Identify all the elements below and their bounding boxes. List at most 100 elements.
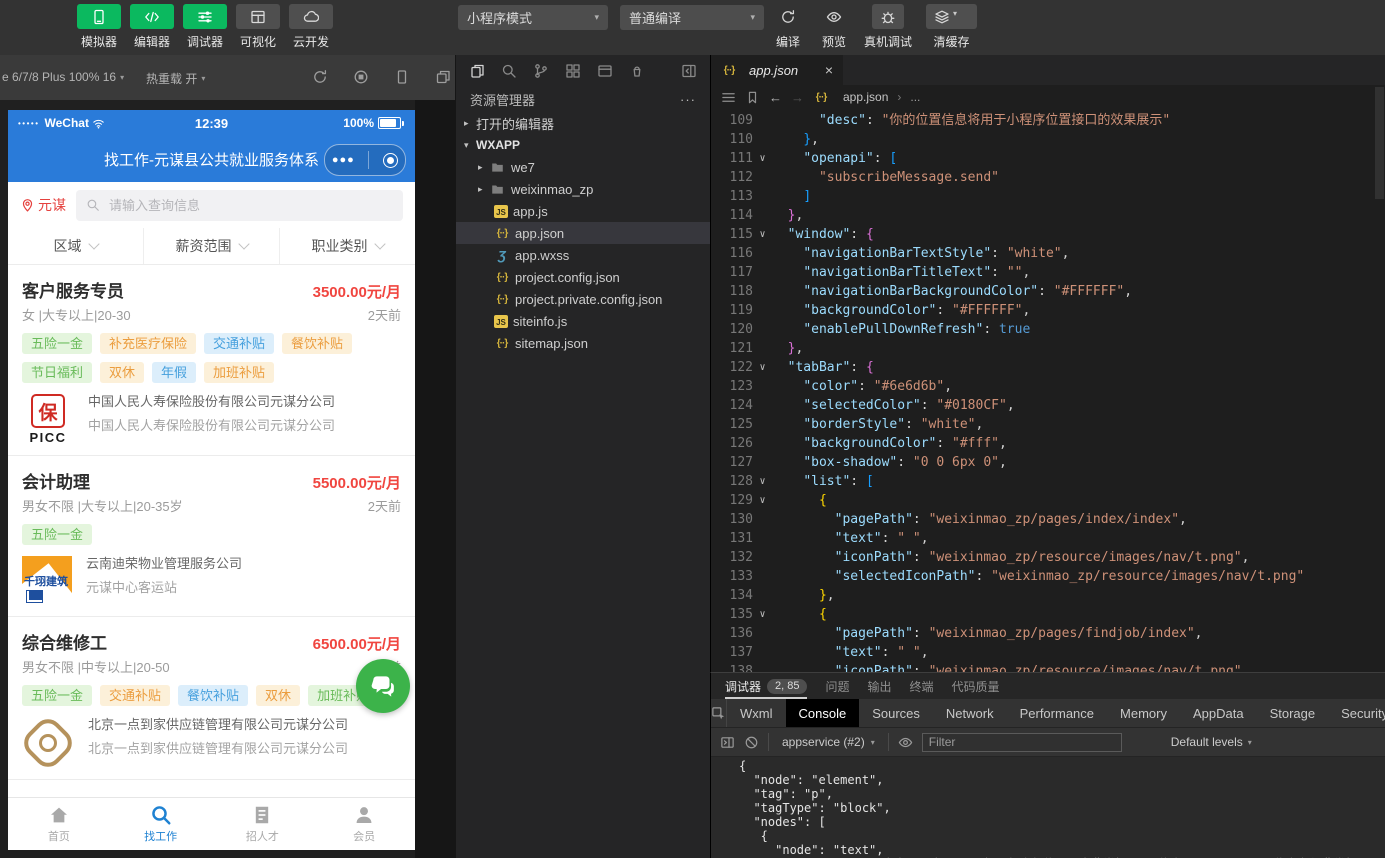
toolbar-button[interactable]: 模拟器 (74, 4, 124, 50)
close-icon[interactable]: × (825, 62, 833, 78)
company-name: 云南迪荣物业管理服务公司 (86, 556, 242, 573)
mobile-icon[interactable] (394, 69, 410, 85)
phone-tab-home[interactable]: 首页 (8, 798, 110, 850)
windowS-icon[interactable] (597, 63, 613, 79)
tree-item[interactable]: {··}app.json (456, 222, 710, 244)
tree-item[interactable]: ▸打开的编辑器 (456, 112, 710, 134)
code-line: 129∨ { (711, 491, 1385, 510)
battery-icon (378, 117, 401, 129)
tree-item[interactable]: Ʒapp.wxss (456, 244, 710, 266)
breadcrumb-separator: › (897, 90, 901, 104)
phone-tab-doc[interactable]: 招人才 (212, 798, 314, 850)
devtools-tab-security[interactable]: Security (1328, 699, 1385, 727)
windows2-icon[interactable] (435, 69, 451, 85)
record-icon[interactable] (353, 69, 369, 85)
toolbar-action-button[interactable]: 编译 (772, 4, 804, 50)
bookmark-icon[interactable] (745, 90, 760, 105)
job-card[interactable]: 综合维修工6500.00元/月 男女不限 |中专以上|20-502天前 五险一金… (8, 617, 415, 780)
branch-icon[interactable] (533, 63, 549, 79)
debugger-tab[interactable]: 调试器2, 85 (725, 673, 807, 699)
fold-chevron-icon[interactable]: ∨ (753, 358, 772, 377)
toolbar-button[interactable]: 编辑器 (127, 4, 177, 50)
search-icon[interactable] (501, 63, 517, 79)
debugger-tab[interactable]: 代码质量 (952, 673, 1000, 699)
breadcrumb-more[interactable]: ... (910, 90, 920, 104)
debugger-tab[interactable]: 问题 (825, 673, 849, 699)
search-box[interactable] (76, 190, 403, 221)
location-picker[interactable]: 元谋 (20, 195, 66, 215)
outline-menu-icon[interactable] (721, 90, 736, 105)
phone-tab-person[interactable]: 会员 (313, 798, 415, 850)
toolbar-action-button[interactable]: 预览 (818, 4, 850, 50)
back-arrow-icon[interactable]: ← (769, 90, 782, 105)
tree-item[interactable]: ▸we7 (456, 156, 710, 178)
compile-mode-select[interactable]: 普通编译 ▾ (620, 5, 764, 30)
fold-chevron-icon[interactable]: ∨ (753, 605, 772, 624)
tree-item[interactable]: {··}project.private.config.json (456, 288, 710, 310)
console-output[interactable]: { "node": "element", "tag": "p", "tagTyp… (711, 757, 1385, 858)
fold-chevron-icon[interactable]: ∨ (753, 472, 772, 491)
forward-arrow-icon[interactable]: → (791, 90, 804, 105)
fold-chevron-icon[interactable]: ∨ (753, 149, 772, 168)
breadcrumb-file[interactable]: app.json (843, 90, 888, 104)
console-filter-input[interactable] (922, 733, 1122, 752)
location-label: 元谋 (38, 195, 66, 215)
json-file-icon: {··} (721, 65, 737, 76)
more-actions-icon[interactable]: ··· (680, 92, 696, 107)
chat-fab[interactable] (356, 659, 410, 713)
toolbar-action-button[interactable]: ▾清缓存 (926, 4, 977, 50)
phone-tab-searchTab[interactable]: 找工作 (110, 798, 212, 850)
toolbar-divider (768, 733, 769, 751)
filter-dropdown[interactable]: 职业类别 (280, 228, 415, 264)
devtools-tab-storage[interactable]: Storage (1257, 699, 1329, 727)
mode-select[interactable]: 小程序模式 ▾ (458, 5, 608, 30)
pot-icon[interactable] (629, 63, 645, 79)
job-card[interactable]: 客户服务专员3500.00元/月 女 |大专以上|20-302天前 五险一金补充… (8, 265, 415, 456)
tree-item[interactable]: JSsiteinfo.js (456, 310, 710, 332)
dock-side-icon[interactable] (720, 735, 735, 750)
collapse-sidebar-icon[interactable] (681, 63, 697, 79)
debugger-tab[interactable]: 输出 (868, 673, 892, 699)
toolbar-button[interactable]: 可视化 (233, 4, 283, 50)
tree-item[interactable]: JSapp.js (456, 200, 710, 222)
eye-icon[interactable] (898, 735, 913, 750)
code-area[interactable]: 109 "desc": "你的位置信息将用于小程序位置接口的效果展示"110 }… (711, 109, 1385, 672)
job-salary: 5500.00元/月 (313, 472, 401, 493)
tree-item[interactable]: ▸weixinmao_zp (456, 178, 710, 200)
toolbar-button[interactable]: 调试器 (180, 4, 230, 50)
filter-dropdown[interactable]: 薪资范围 (144, 228, 280, 264)
job-card[interactable]: 会计助理5500.00元/月 男女不限 |大专以上|20-35岁2天前 五险一金… (8, 456, 415, 617)
tree-item[interactable]: ▾WXAPP (456, 134, 710, 156)
debugger-tab[interactable]: 终端 (910, 673, 934, 699)
filter-dropdown[interactable]: 区域 (8, 228, 144, 264)
refresh-icon[interactable] (312, 69, 328, 85)
hot-reload-toggle[interactable]: 热重载 开 ▾ (146, 70, 205, 87)
toolbar-action-button[interactable]: 真机调试 (864, 4, 912, 50)
search-input[interactable] (107, 197, 393, 214)
log-levels-select[interactable]: Default levels ▾ (1171, 735, 1252, 749)
devtools-tab-sources[interactable]: Sources (859, 699, 933, 727)
clear-console-icon[interactable] (744, 735, 759, 750)
devtools-tab-console[interactable]: Console (786, 699, 860, 727)
tab-app-json[interactable]: {··} app.json × (711, 55, 843, 85)
toolbar-button[interactable]: 云开发 (286, 4, 336, 50)
fold-chevron-icon[interactable]: ∨ (753, 491, 772, 510)
capsule-menu[interactable]: ●●● (324, 144, 406, 176)
editor-scrollbar[interactable] (1375, 87, 1384, 199)
extensions-icon[interactable] (565, 63, 581, 79)
tree-item[interactable]: {··}sitemap.json (456, 332, 710, 354)
tree-item[interactable]: {··}project.config.json (456, 266, 710, 288)
devtools-tab-network[interactable]: Network (933, 699, 1007, 727)
context-select[interactable]: appservice (#2) ▾ (778, 735, 879, 749)
devtools-tab-performance[interactable]: Performance (1007, 699, 1107, 727)
devtools-tab-memory[interactable]: Memory (1107, 699, 1180, 727)
searchTab-icon (150, 804, 172, 826)
files-icon[interactable] (469, 63, 485, 79)
fold-chevron-icon[interactable]: ∨ (753, 225, 772, 244)
more-dots-icon[interactable]: ●●● (332, 155, 355, 166)
device-select[interactable]: e 6/7/8 Plus 100% 16 ▾ (2, 70, 124, 84)
devtools-tab-wxml[interactable]: Wxml (727, 699, 786, 727)
devtools-tab-appdata[interactable]: AppData (1180, 699, 1257, 727)
inspect-element-icon[interactable] (711, 699, 727, 727)
close-target-icon[interactable] (383, 153, 398, 168)
